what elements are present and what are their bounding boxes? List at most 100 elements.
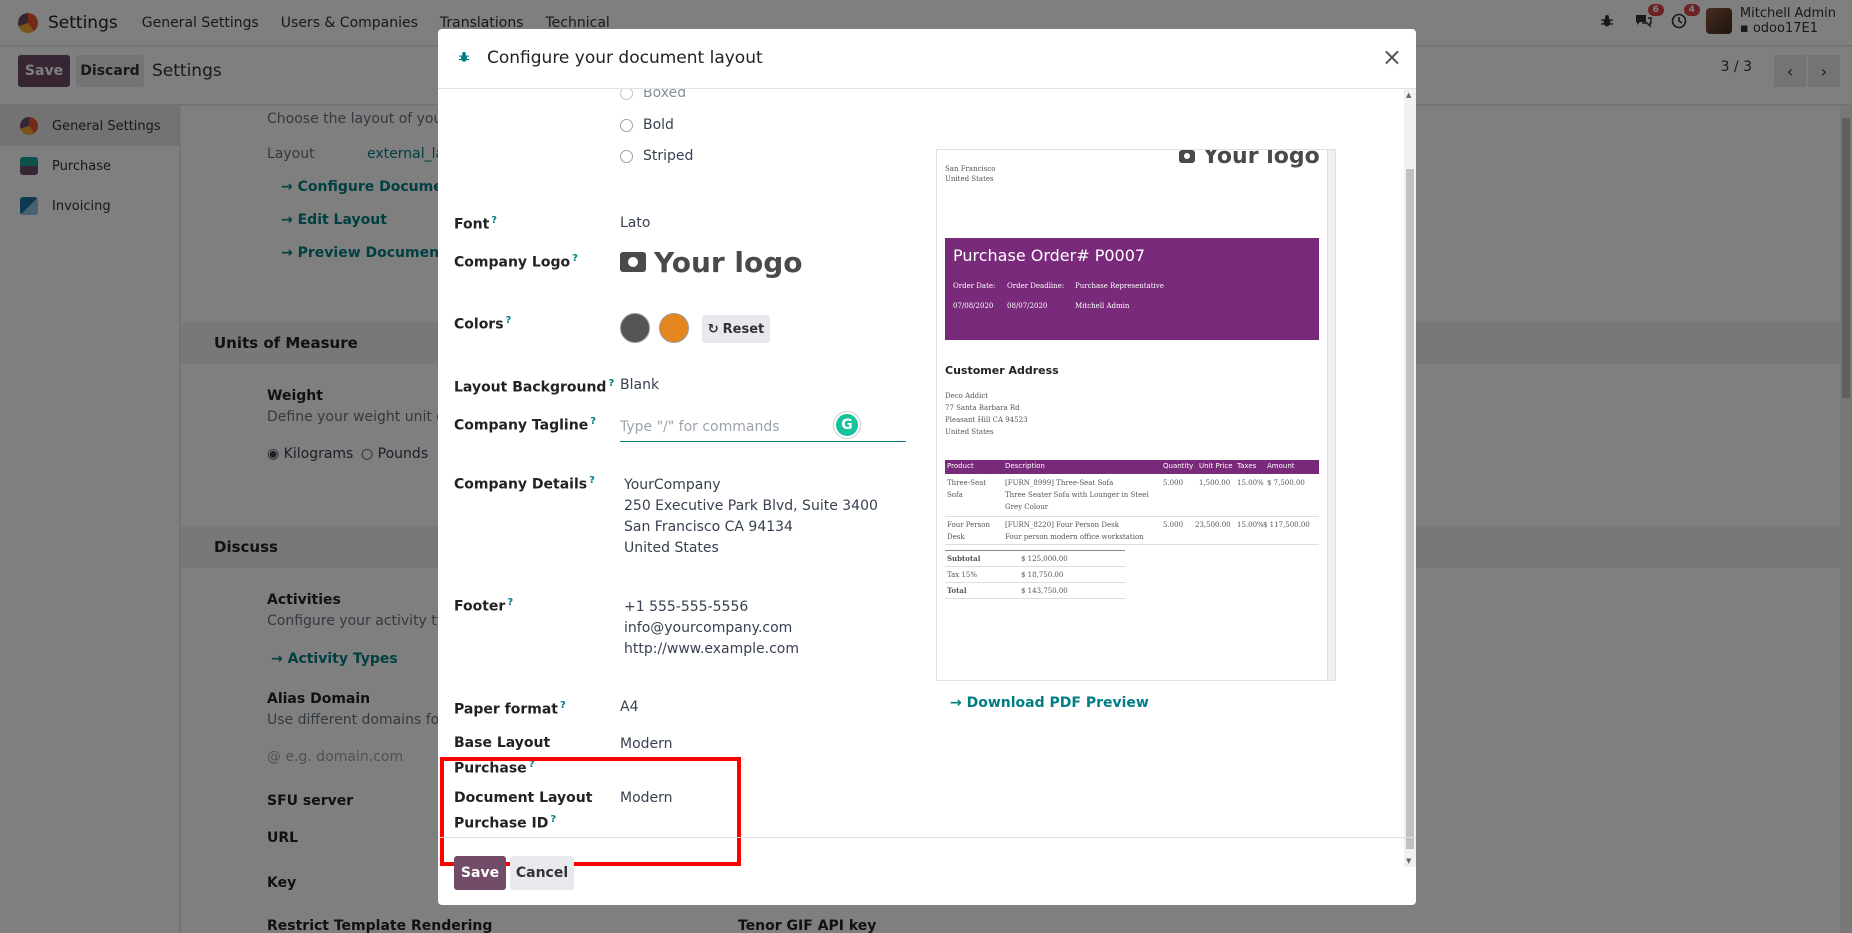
preview-customer-line: 77 Santa Barbara Rd <box>945 404 1020 412</box>
cancel-button[interactable]: Cancel <box>510 856 574 890</box>
preview-totals-divider <box>945 598 1125 599</box>
preview-th-amount: Amount <box>1267 462 1295 470</box>
help-icon[interactable]: ? <box>589 475 595 486</box>
preview-order-date-label: Order Date: <box>953 282 996 290</box>
preview-customer-line: United States <box>945 428 994 436</box>
reset-colors-button[interactable]: ↻ Reset <box>702 315 770 343</box>
preview-row-divider <box>945 516 1319 517</box>
radio-label: Boxed <box>643 89 687 101</box>
company-details-label-text: Company Details <box>454 476 588 493</box>
camera-icon <box>620 252 646 272</box>
grammarly-icon[interactable]: G <box>834 412 860 438</box>
font-select[interactable]: Lato <box>620 213 650 234</box>
radio-circle <box>620 149 633 163</box>
radio-label: Striped <box>643 148 694 164</box>
colors-label-text: Colors <box>454 316 504 333</box>
help-icon[interactable]: ? <box>608 378 614 389</box>
preview-customer-heading: Customer Address <box>945 364 1059 377</box>
company-tagline-label-text: Company Tagline <box>454 417 589 434</box>
preview-cell: 1,500.00 <box>1199 479 1231 487</box>
close-icon[interactable]: × <box>1382 45 1402 69</box>
save-button[interactable]: Save <box>454 856 506 890</box>
help-icon[interactable]: ? <box>506 315 512 326</box>
company-details-line[interactable]: San Francisco CA 94134 <box>624 517 793 538</box>
preview-th-quantity: Quantity <box>1163 462 1194 470</box>
footer-label-text: Footer <box>454 598 506 615</box>
paper-format-select[interactable]: A4 <box>620 697 638 718</box>
scroll-up-arrow-icon[interactable]: ▲ <box>1406 91 1411 99</box>
primary-color-swatch[interactable] <box>620 313 650 343</box>
dialog-footer: Save Cancel <box>438 837 1416 905</box>
footer-line[interactable]: http://www.example.com <box>624 639 799 660</box>
preview-subtotal-value: $ 125,000.00 <box>1021 555 1068 563</box>
font-label-text: Font <box>454 216 490 233</box>
preview-table-header: Product Description Quantity Unit Price … <box>945 460 1319 474</box>
preview-tax-label: Tax 15% <box>947 571 978 579</box>
preview-totals-divider <box>945 582 1125 583</box>
preview-cell: [FURN_8999] Three-Seat Sofa <box>1005 479 1114 487</box>
preview-customer-line: Pleasant Hill CA 94523 <box>945 416 1028 424</box>
preview-logo-text: Your logo <box>1203 149 1320 169</box>
preview-deadline-label: Order Deadline: <box>1007 282 1065 290</box>
preview-header-band: Purchase Order# P0007 Order Date: Order … <box>945 238 1319 340</box>
radio-circle <box>620 118 633 132</box>
logo-placeholder-text: Your logo <box>654 245 803 279</box>
base-layout-purchase-value[interactable]: Modern <box>620 734 673 755</box>
help-icon[interactable]: ? <box>491 215 497 226</box>
secondary-color-swatch[interactable] <box>659 313 689 343</box>
layout-style-bold-radio[interactable]: Bold <box>620 117 674 133</box>
preview-cell: Desk <box>947 533 965 541</box>
footer-line[interactable]: info@yourcompany.com <box>624 618 792 639</box>
preview-tax-value: $ 18,750.00 <box>1021 571 1064 579</box>
preview-th-unit-price: Unit Price <box>1199 462 1233 470</box>
layout-background-select[interactable]: Blank <box>620 375 659 396</box>
preview-cell: 15.00% <box>1237 521 1264 529</box>
company-details-line[interactable]: 250 Executive Park Blvd, Suite 3400 <box>624 496 878 517</box>
dialog-body: Boxed Bold Striped Font? Lato Company Lo… <box>438 89 1416 867</box>
preview-subtotal-label: Subtotal <box>947 554 981 563</box>
camera-icon <box>1179 150 1195 163</box>
preview-logo: Your logo <box>1179 149 1320 169</box>
debug-bug-icon[interactable] <box>458 51 472 65</box>
dialog-scrollbar-thumb[interactable] <box>1406 169 1414 849</box>
radio-label: Bold <box>643 117 674 133</box>
colors-label: Colors? <box>454 310 511 336</box>
company-logo-label: Company Logo? <box>454 248 578 274</box>
preview-total-value: $ 143,750.00 <box>1021 587 1068 595</box>
preview-scrollbar[interactable] <box>1327 150 1335 680</box>
preview-totals-divider <box>945 550 1125 551</box>
preview-th-description: Description <box>1005 462 1045 470</box>
radio-circle <box>620 89 633 100</box>
layout-style-striped-radio[interactable]: Striped <box>620 148 693 164</box>
download-pdf-label: Download PDF Preview <box>966 695 1149 711</box>
preview-cell: Three Seater Sofa with Lounger in Steel <box>1005 491 1149 499</box>
preview-cell: Four Person <box>947 521 990 529</box>
preview-cell: 5.000 <box>1163 521 1184 529</box>
paper-format-label-text: Paper format <box>454 701 558 718</box>
layout-background-label: Layout Background? <box>454 373 614 399</box>
preview-th-product: Product <box>947 462 974 470</box>
help-icon[interactable]: ? <box>590 416 596 427</box>
paper-format-label: Paper format? <box>454 695 566 721</box>
help-icon[interactable]: ? <box>572 253 578 264</box>
company-logo-upload[interactable]: Your logo <box>620 235 810 289</box>
company-details-line[interactable]: YourCompany <box>624 475 721 496</box>
preview-rep: Mitchell Admin <box>1075 302 1130 310</box>
download-pdf-preview-link[interactable]: → Download PDF Preview <box>950 695 1149 711</box>
document-preview: Your logo San Francisco United States Pu… <box>936 149 1336 681</box>
preview-cell: Three-Seat <box>947 479 987 487</box>
help-icon[interactable]: ? <box>560 700 566 711</box>
reset-icon: ↻ <box>707 321 719 337</box>
preview-cell: $ 7,500.00 <box>1267 479 1305 487</box>
preview-deadline: 08/07/2020 <box>1007 302 1048 310</box>
company-details-line[interactable]: United States <box>624 538 719 559</box>
help-icon[interactable]: ? <box>507 597 513 608</box>
company-tagline-input[interactable]: Type "/" for commands <box>620 410 906 442</box>
footer-line[interactable]: +1 555-555-5556 <box>624 597 748 618</box>
company-logo-label-text: Company Logo <box>454 254 571 271</box>
preview-cell: $ 117,500.00 <box>1263 521 1310 529</box>
preview-row-divider <box>945 544 1319 545</box>
layout-style-boxed-radio[interactable]: Boxed <box>620 89 686 101</box>
base-layout-label-line1: Base Layout <box>454 735 551 751</box>
dialog-scrollbar[interactable]: ▲ ▼ <box>1404 89 1416 867</box>
